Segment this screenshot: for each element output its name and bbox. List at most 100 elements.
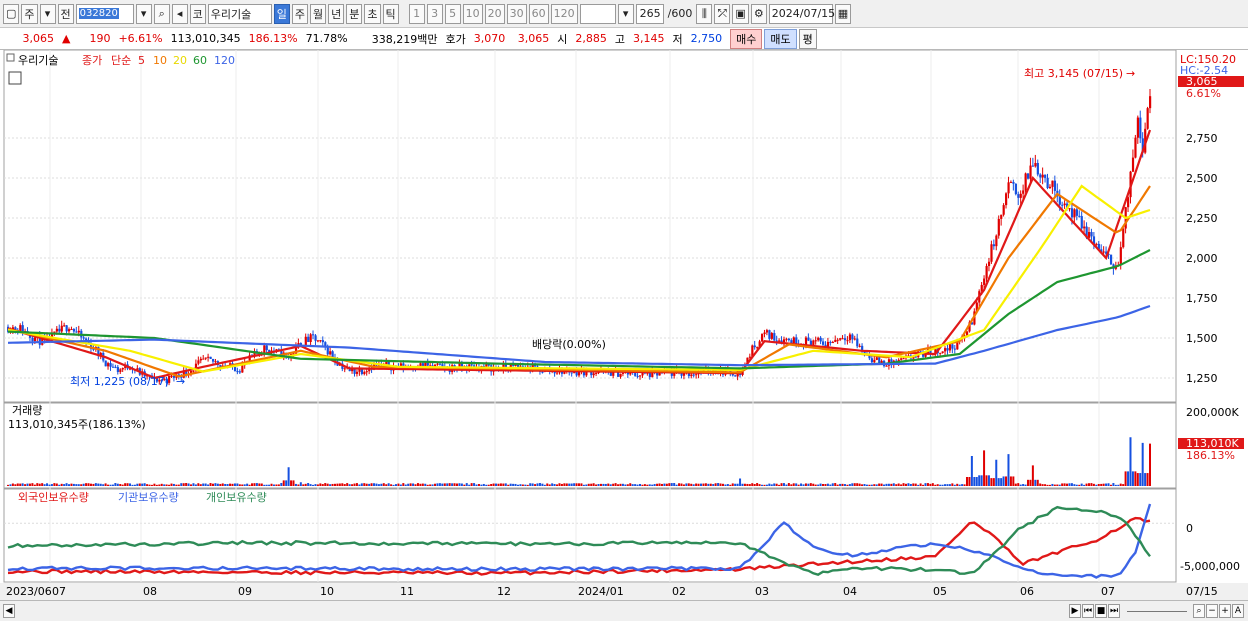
- volume-bar: [719, 483, 722, 486]
- candle-body: [1019, 193, 1022, 198]
- volume-bar: [468, 484, 471, 486]
- count-input[interactable]: 265: [635, 3, 664, 24]
- date-input[interactable]: 2024/07/15: [768, 3, 835, 24]
- interval-1[interactable]: 1: [408, 3, 425, 24]
- y-tick-label: 2,750: [1186, 132, 1218, 145]
- interval-20[interactable]: 20: [484, 3, 505, 24]
- volume-bar: [1114, 484, 1117, 486]
- period-second[interactable]: 초: [364, 3, 381, 24]
- speaker-icon[interactable]: ◂: [171, 3, 188, 24]
- stop-icon[interactable]: ■: [1095, 604, 1107, 618]
- candle-body: [487, 364, 490, 366]
- volume-bar: [790, 484, 793, 486]
- scroll-left-icon[interactable]: ◀: [3, 604, 15, 618]
- save-icon[interactable]: ▣: [732, 3, 749, 24]
- candle-body: [1095, 243, 1098, 245]
- candle-body: [812, 340, 815, 346]
- volume-bar: [829, 484, 832, 486]
- table-icon[interactable]: [8, 71, 22, 85]
- zoom-icon[interactable]: ⌕: [1193, 604, 1205, 618]
- market-select[interactable]: 주: [21, 3, 38, 24]
- calendar-icon[interactable]: ▦: [834, 3, 852, 24]
- stock-chart[interactable]: 1,250 1,500 1,750 2,000 2,250 2,500 2,750 2023…: [0, 50, 1248, 600]
- candle-body: [236, 371, 239, 373]
- candle-body: [109, 363, 112, 367]
- volume-bar: [207, 484, 210, 486]
- chevron-down-icon[interactable]: ▾: [39, 3, 56, 24]
- sell-button[interactable]: 매도: [764, 28, 797, 49]
- volume-bar: [92, 483, 95, 486]
- kr-label[interactable]: 코: [189, 3, 206, 24]
- volume-bar: [524, 484, 527, 486]
- code-dropdown-icon[interactable]: ▾: [135, 3, 152, 24]
- volume-bar: [338, 483, 341, 486]
- volume-bar: [155, 484, 158, 486]
- interval-dropdown-icon[interactable]: ▾: [617, 3, 634, 24]
- scroll-right-icon[interactable]: ▶: [1069, 604, 1081, 618]
- volume-bar: [1117, 484, 1120, 486]
- legend-ma20: 20: [173, 54, 187, 67]
- volume-bar: [861, 484, 864, 486]
- text-tool-icon[interactable]: A: [1232, 604, 1244, 618]
- interval-5[interactable]: 5: [444, 3, 461, 24]
- last-page-icon[interactable]: ⏭: [1108, 604, 1120, 618]
- volume-bar: [287, 467, 290, 486]
- legend-ma10: 10: [153, 54, 167, 67]
- volume-bar: [904, 483, 907, 486]
- volume-bar: [119, 484, 122, 486]
- volume-bar: [138, 483, 141, 486]
- volume-bar: [355, 483, 358, 486]
- search-icon[interactable]: ⌕: [153, 3, 170, 24]
- gear-icon[interactable]: ⚙: [750, 3, 767, 24]
- interval-10[interactable]: 10: [462, 3, 483, 24]
- interval-120[interactable]: 120: [550, 3, 578, 24]
- stock-code-input[interactable]: 032820: [75, 3, 134, 24]
- zoom-in-icon[interactable]: +: [1219, 604, 1231, 618]
- zoom-slider[interactable]: [1127, 610, 1187, 612]
- volume-bar: [512, 483, 515, 486]
- volume-bar: [163, 484, 166, 486]
- volume-bar: [831, 483, 834, 486]
- evaluate-button[interactable]: 평: [798, 28, 817, 49]
- volume-bar: [1009, 476, 1012, 486]
- volume-bar: [951, 483, 954, 486]
- candle-body: [360, 369, 364, 375]
- interval-60[interactable]: 60: [528, 3, 549, 24]
- scroll-bar[interactable]: ◀ ▶ ⏮ ■ ⏭ ⌕ − + A: [0, 600, 1248, 621]
- x-tick-label: 12: [497, 585, 511, 598]
- interval-custom[interactable]: [579, 3, 616, 24]
- period-minute[interactable]: 분: [346, 3, 363, 24]
- volume-bar: [1095, 484, 1098, 486]
- candle-body: [609, 372, 612, 376]
- volume-bar: [1053, 484, 1056, 486]
- period-week[interactable]: 주: [291, 3, 309, 24]
- period-tick[interactable]: 틱: [382, 3, 399, 24]
- volume-bar: [621, 483, 624, 486]
- candle-body: [648, 372, 651, 378]
- candle-icon[interactable]: ⫼: [696, 3, 713, 24]
- volume-bar: [634, 484, 637, 486]
- volume-bar: [36, 483, 39, 486]
- interval-30[interactable]: 30: [506, 3, 527, 24]
- volume-bar: [768, 483, 771, 486]
- period-day[interactable]: 일: [273, 3, 290, 24]
- candle-body: [770, 333, 773, 339]
- volume-bar: [1005, 476, 1008, 486]
- volume-bar: [272, 484, 275, 486]
- prev-button[interactable]: 전: [57, 3, 74, 24]
- period-month[interactable]: 월: [310, 3, 327, 24]
- volume-bar: [431, 484, 434, 486]
- zoom-out-icon[interactable]: −: [1206, 604, 1218, 618]
- stock-name-field[interactable]: 우리기술: [207, 3, 272, 24]
- first-page-icon[interactable]: ⏮: [1082, 604, 1094, 618]
- volume-bar: [373, 483, 376, 486]
- volume-bar: [480, 484, 483, 486]
- volume-bar: [453, 483, 456, 486]
- period-year[interactable]: 년: [328, 3, 345, 24]
- window-icon[interactable]: ▢: [3, 3, 20, 24]
- crosshair-icon[interactable]: ⤱: [714, 3, 731, 24]
- buy-button[interactable]: 매수: [730, 28, 763, 49]
- x-tick-label: 03: [755, 585, 769, 598]
- interval-3[interactable]: 3: [426, 3, 443, 24]
- volume-bar: [121, 484, 124, 486]
